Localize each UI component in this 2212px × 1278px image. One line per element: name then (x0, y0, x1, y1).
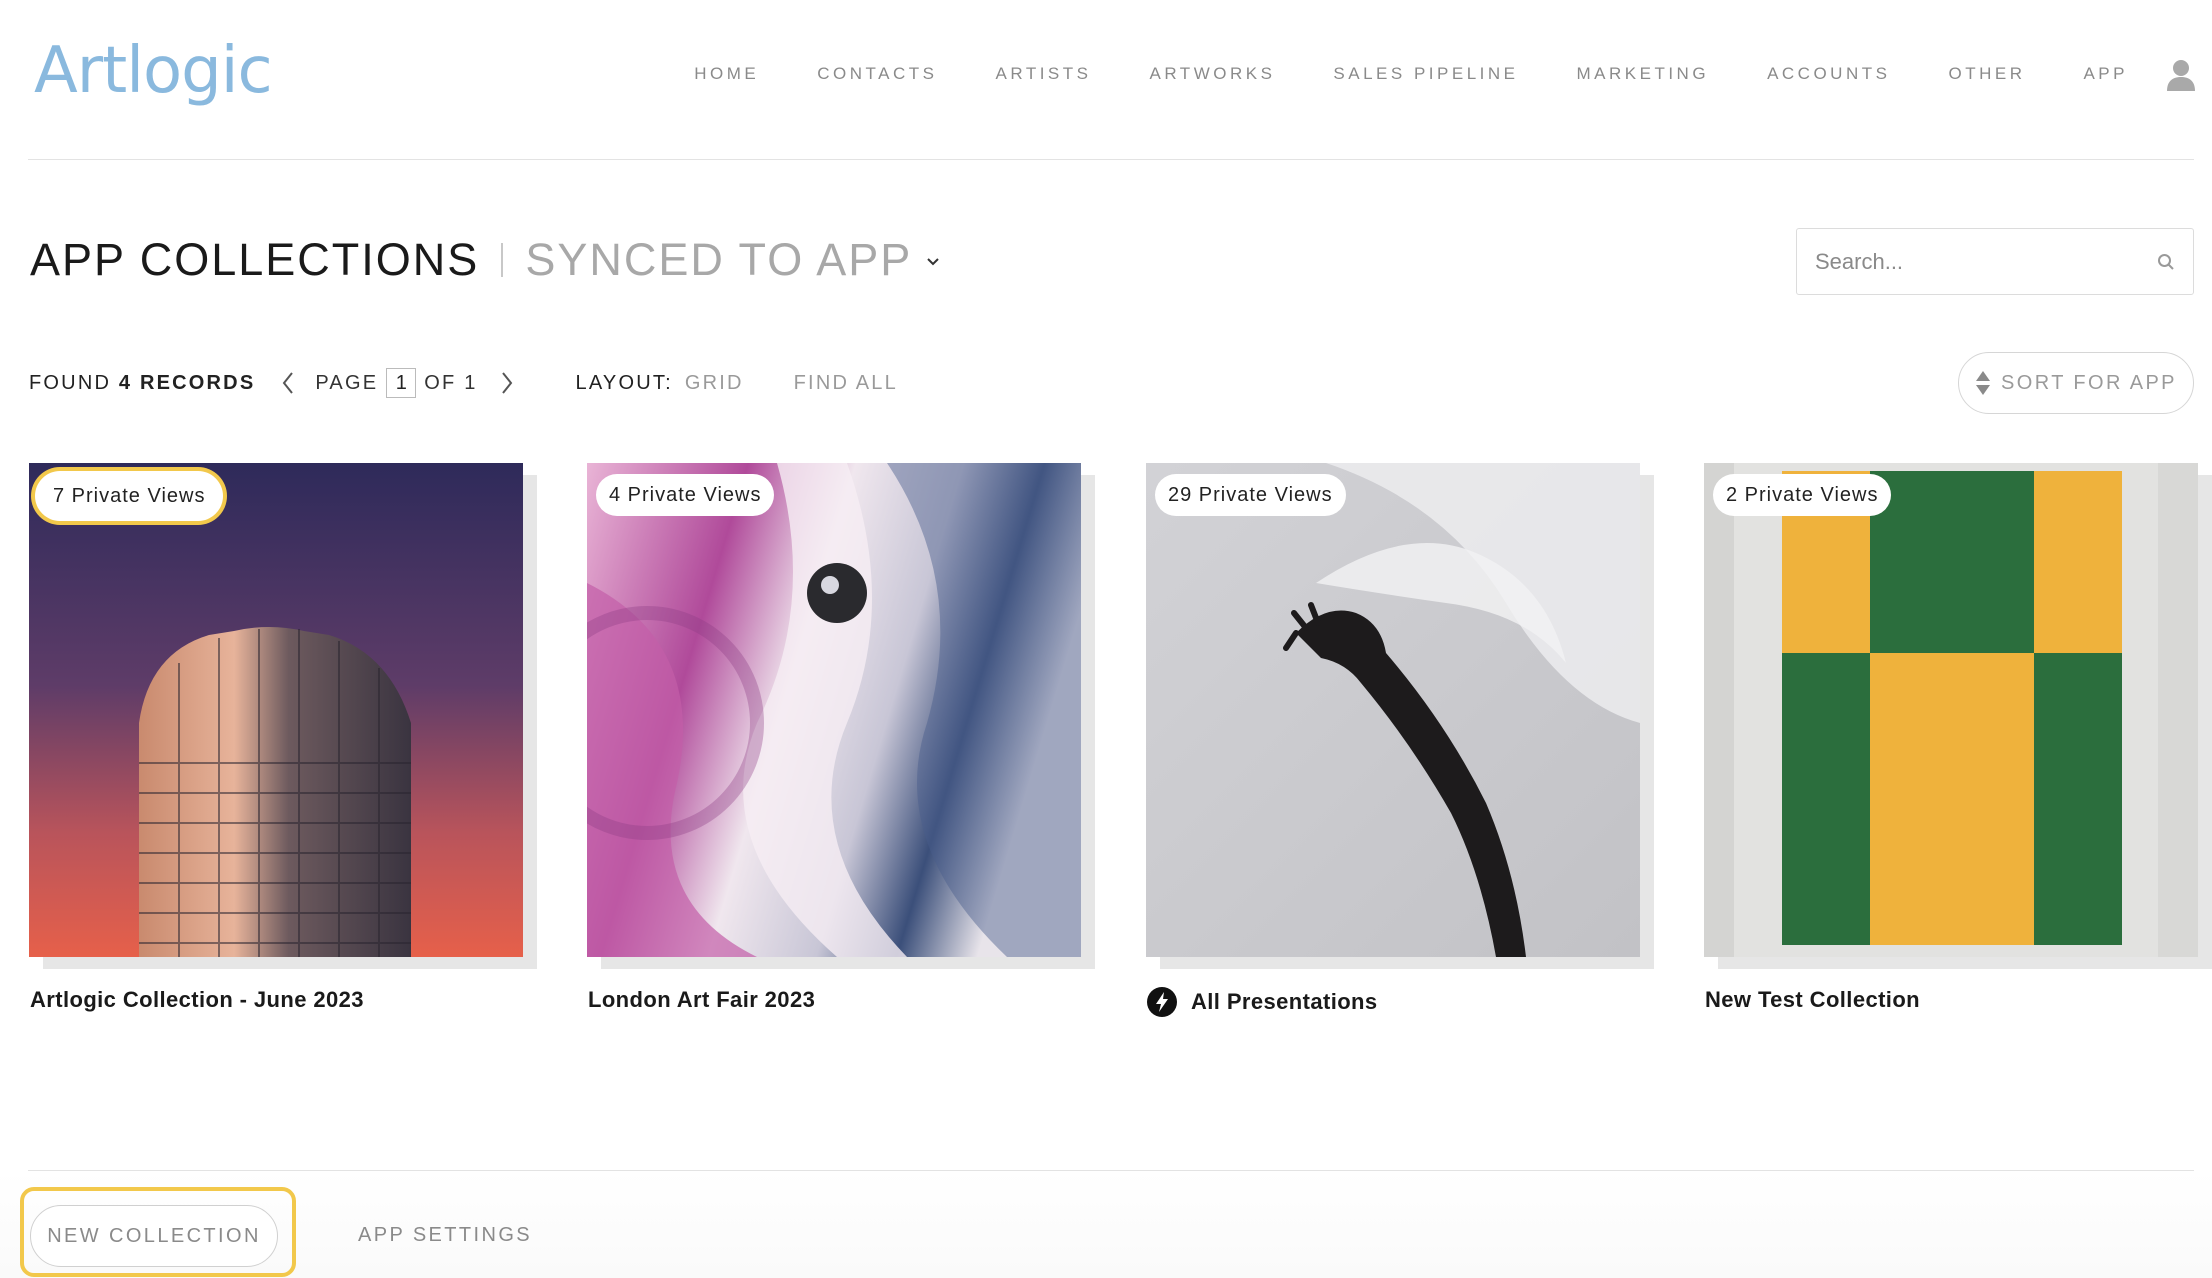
nav-app[interactable]: APP (2083, 64, 2128, 84)
private-views-badge: 29 Private Views (1155, 474, 1346, 516)
sort-for-app-label: SORT FOR APP (2001, 371, 2177, 394)
user-icon[interactable] (2166, 58, 2196, 92)
page-label: PAGE (315, 371, 379, 394)
private-views-badge: 4 Private Views (596, 474, 775, 516)
main-nav: HOME CONTACTS ARTISTS ARTWORKS SALES PIP… (636, 64, 2128, 84)
nav-sales-pipeline[interactable]: SALES PIPELINE (1333, 64, 1518, 84)
collection-title[interactable]: Artlogic Collection - June 2023 (30, 987, 364, 1013)
app-settings-button[interactable]: APP SETTINGS (358, 1224, 532, 1247)
collection-thumbnail[interactable]: 4 Private Views (587, 463, 1081, 957)
bolt-icon (1147, 987, 1177, 1017)
search-icon[interactable] (2157, 253, 2175, 271)
page-title-row: APP COLLECTIONS SYNCED TO APP (30, 234, 940, 286)
chevron-down-icon (927, 258, 939, 266)
private-views-badge: 7 Private Views (35, 471, 224, 521)
title-separator (501, 243, 504, 277)
top-header: Artlogic HOME CONTACTS ARTISTS ARTWORKS … (0, 0, 2212, 160)
nav-accounts[interactable]: ACCOUNTS (1767, 64, 1890, 84)
search-box (1796, 228, 2194, 295)
previous-page-icon[interactable] (281, 371, 295, 395)
page-total: OF 1 (424, 371, 478, 394)
find-all-link[interactable]: FIND ALL (794, 372, 898, 395)
collection-thumbnail[interactable]: 2 Private Views (1704, 463, 2198, 957)
records-found-label: FOUND (29, 371, 112, 394)
nav-artists[interactable]: ARTISTS (996, 64, 1092, 84)
collection-thumbnail[interactable]: 29 Private Views (1146, 463, 1640, 957)
header-divider (28, 159, 2194, 160)
sort-icon (1976, 371, 1991, 395)
collection-thumbnail[interactable]: 7 Private Views (29, 463, 523, 957)
nav-other[interactable]: OTHER (1948, 64, 2025, 84)
records-found-count: 4 RECORDS (118, 371, 256, 394)
nav-contacts[interactable]: CONTACTS (817, 64, 937, 84)
layout-toggle[interactable]: GRID (685, 372, 744, 395)
nav-marketing[interactable]: MARKETING (1577, 64, 1710, 84)
collection-title[interactable]: New Test Collection (1705, 987, 1920, 1013)
filter-dropdown-label: SYNCED TO APP (525, 234, 913, 285)
sort-for-app-button[interactable]: SORT FOR APP (1958, 352, 2194, 414)
collection-title[interactable]: London Art Fair 2023 (588, 987, 815, 1013)
new-collection-button[interactable]: NEW COLLECTION (30, 1205, 278, 1267)
page-number-input[interactable]: 1 (386, 368, 417, 398)
filter-dropdown[interactable]: SYNCED TO APP (525, 234, 940, 286)
search-input[interactable] (1815, 249, 2135, 275)
collection-title-text: All Presentations (1191, 989, 1378, 1014)
private-views-badge: 2 Private Views (1713, 474, 1892, 516)
footer-bar (0, 1171, 2212, 1278)
artlogic-logo[interactable]: Artlogic (34, 34, 273, 108)
nav-home[interactable]: HOME (694, 64, 759, 84)
nav-artworks[interactable]: ARTWORKS (1150, 64, 1276, 84)
layout-label: LAYOUT: (575, 371, 673, 394)
results-toolbar: FOUND 4 RECORDS PAGE 1 OF 1 LAYOUT: GRID… (29, 368, 898, 398)
collection-title[interactable]: All Presentations (1147, 987, 1378, 1017)
page-title: APP COLLECTIONS (30, 234, 480, 285)
next-page-icon[interactable] (500, 371, 514, 395)
records-count: FOUND 4 RECORDS (29, 372, 255, 395)
